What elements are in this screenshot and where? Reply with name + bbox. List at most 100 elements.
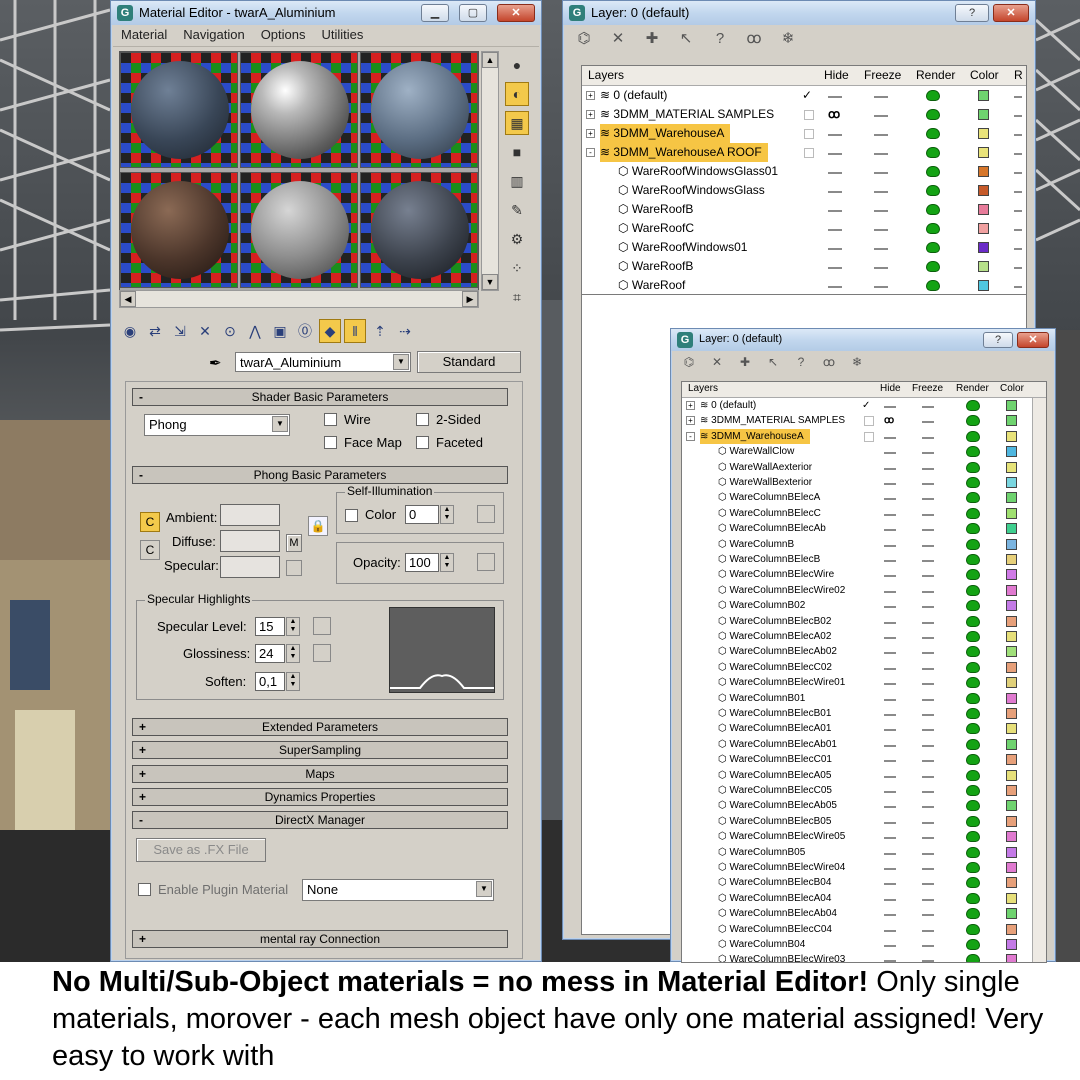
layer-row[interactable]: ⬡ WareWallBexterior [682,475,1046,490]
layer-name[interactable]: ≋ 0 (default) [700,398,762,413]
column-hide[interactable]: Hide [880,383,901,394]
layer-name[interactable]: ⬡ WareColumnBElecC02 [718,660,838,675]
directx-manager-rollout[interactable]: - DirectX Manager [132,811,508,829]
layer-row[interactable]: ⬡ WareColumnB05 [682,845,1046,860]
render-teapot-icon[interactable] [966,708,980,719]
assign-material-icon[interactable]: ⇲ [169,320,191,344]
freeze-toggle[interactable] [922,513,934,516]
layer-row[interactable]: ⬡ WareColumnB [682,537,1046,552]
layer-row[interactable]: ⬡ WareColumnBElecC05 [682,783,1046,798]
render-teapot-icon[interactable] [966,554,980,565]
freeze-toggle[interactable] [922,652,934,655]
material-map-navigator-icon[interactable]: ⌗ [505,285,529,309]
layer-name[interactable]: ⬡ WareColumnB [718,537,800,552]
self-illum-spinner[interactable]: 0 ▲ ▼ [405,505,454,524]
freeze-toggle[interactable] [922,852,934,855]
layer-color-swatch[interactable] [978,223,989,234]
diffuse-map-button[interactable]: M [286,534,302,552]
layer-row[interactable]: + ≋ 0 (default) ✓ [682,398,1046,413]
hide-toggle[interactable] [884,529,896,532]
spinner-arrows-icon[interactable]: ▲ ▼ [286,644,300,663]
layer-row[interactable]: ⬡ WareColumnB01 [682,691,1046,706]
hide-toggle[interactable] [884,698,896,701]
layer-color-swatch[interactable] [1006,661,1017,673]
render-teapot-icon[interactable] [966,507,980,519]
layer-row[interactable]: ⬡ WareRoofC [582,219,1026,238]
layer-name[interactable]: ⬡ WareColumnBElecWire [718,567,840,582]
self-illum-color-checkbox[interactable] [345,509,358,522]
backlight-icon[interactable]: ◐ [505,82,529,106]
close-button[interactable]: ✕ [1017,332,1049,348]
freeze-toggle[interactable] [922,544,934,547]
render-teapot-icon[interactable] [966,631,980,642]
layer-row[interactable]: ⬡ WareColumnBElecAb04 [682,906,1046,921]
current-layer-box[interactable] [804,110,814,120]
layer-color-swatch[interactable] [1006,908,1017,920]
specular-level-map-button[interactable] [313,617,331,635]
layer-name[interactable]: ⬡ WareColumnBElecC01 [718,752,838,767]
hide-toggle[interactable] [828,191,842,193]
hide-toggle[interactable] [884,775,896,778]
hide-toggle[interactable] [884,806,896,809]
layer-row[interactable]: ⬡ WareColumnBElecWire01 [682,675,1046,690]
layer-row[interactable]: + ≋ 3DMM_MATERIAL SAMPLES ꝏ [582,105,1026,124]
enable-plugin-checkbox[interactable] [138,883,151,896]
layer-name[interactable]: ⬡ WareRoofWindowsGlass [618,181,771,200]
column-render[interactable]: Render [916,68,955,82]
current-layer-box[interactable] [864,416,874,427]
hide-toggle[interactable] [884,544,896,547]
layer-color-swatch[interactable] [1006,400,1017,411]
freeze-toggle[interactable] [922,683,934,686]
specular-level-spinner[interactable]: 15 ▲ ▼ [255,617,300,636]
active-layer-check-icon[interactable]: ✓ [862,398,870,413]
layer-color-swatch[interactable] [1006,708,1017,719]
hide-toggle[interactable] [884,498,896,501]
collapse-icon[interactable]: - [586,148,595,157]
get-material-icon[interactable]: ◉ [119,320,141,344]
select-objects-icon[interactable]: ↖ [669,29,703,47]
freeze-toggle[interactable] [874,267,888,269]
freeze-toggle[interactable] [874,134,888,136]
options-icon[interactable]: ⚙ [505,227,529,251]
collapse-icon[interactable]: - [686,431,695,441]
plugin-select[interactable]: None ▼ [302,879,494,901]
layer-color-swatch[interactable] [1006,754,1017,766]
layer-name[interactable]: ⬡ WareColumnBElecB01 [718,706,837,721]
hide-toggle[interactable] [884,852,896,855]
layer-name[interactable]: ⬡ WareColumnBElecC [718,506,827,521]
layer-name[interactable]: ⬡ WareWallClow [718,444,800,459]
glossiness-spinner[interactable]: 24 ▲ ▼ [255,644,300,663]
layer-name[interactable]: ⬡ WareColumnBElecC04 [718,922,838,937]
layer-color-swatch[interactable] [1006,430,1017,442]
pick-material-icon[interactable]: ✒ [209,354,222,372]
layer-row[interactable]: + ≋ 3DMM_WarehouseA [582,124,1026,143]
layer-color-swatch[interactable] [1006,800,1017,812]
layer-name[interactable]: ⬡ WareWallBexterior [718,475,818,490]
extended-parameters-rollout[interactable]: + Extended Parameters [132,718,508,736]
layer-row[interactable]: ⬡ WareColumnBElecC02 [682,660,1046,675]
freeze-toggle[interactable] [874,286,888,288]
freeze-toggle[interactable] [922,498,934,501]
hide-toggle[interactable] [828,96,842,98]
material-name-field[interactable]: twarA_Aluminium ▼ [235,352,411,372]
mental-ray-rollout[interactable]: + mental ray Connection [132,930,508,948]
lock-ambient-diffuse-icon[interactable]: C [140,512,160,532]
layer-color-swatch[interactable] [1006,492,1017,504]
layer-row[interactable]: ⬡ WareColumnBElecA05 [682,768,1046,783]
render-teapot-icon[interactable] [966,400,980,411]
spinner-arrows-icon[interactable]: ▲ ▼ [440,505,454,524]
sample-slot[interactable] [240,52,358,168]
layer-row[interactable]: ⬡ WareRoofWindowsGlass [582,181,1026,200]
freeze-toggle[interactable] [874,172,888,174]
expand-icon[interactable]: + [686,416,695,426]
copy-material-icon[interactable]: ⊙ [219,320,241,344]
expand-icon[interactable]: + [586,110,595,119]
layer-name[interactable]: ⬡ WareColumnBElecAb [718,521,832,536]
layer-name[interactable]: ⬡ WareColumnBElecA05 [718,768,837,783]
layer-name[interactable]: ⬡ WareColumnBElecWire02 [718,583,851,598]
layer-name[interactable]: ≋ 3DMM_MATERIAL SAMPLES [700,413,851,428]
render-teapot-icon[interactable] [926,223,940,234]
layer-name[interactable]: ≋ 3DMM_WarehouseA [700,428,810,445]
sample-slot[interactable] [120,172,238,288]
layer-row[interactable]: ⬡ WareRoofWindows01 [582,238,1026,257]
